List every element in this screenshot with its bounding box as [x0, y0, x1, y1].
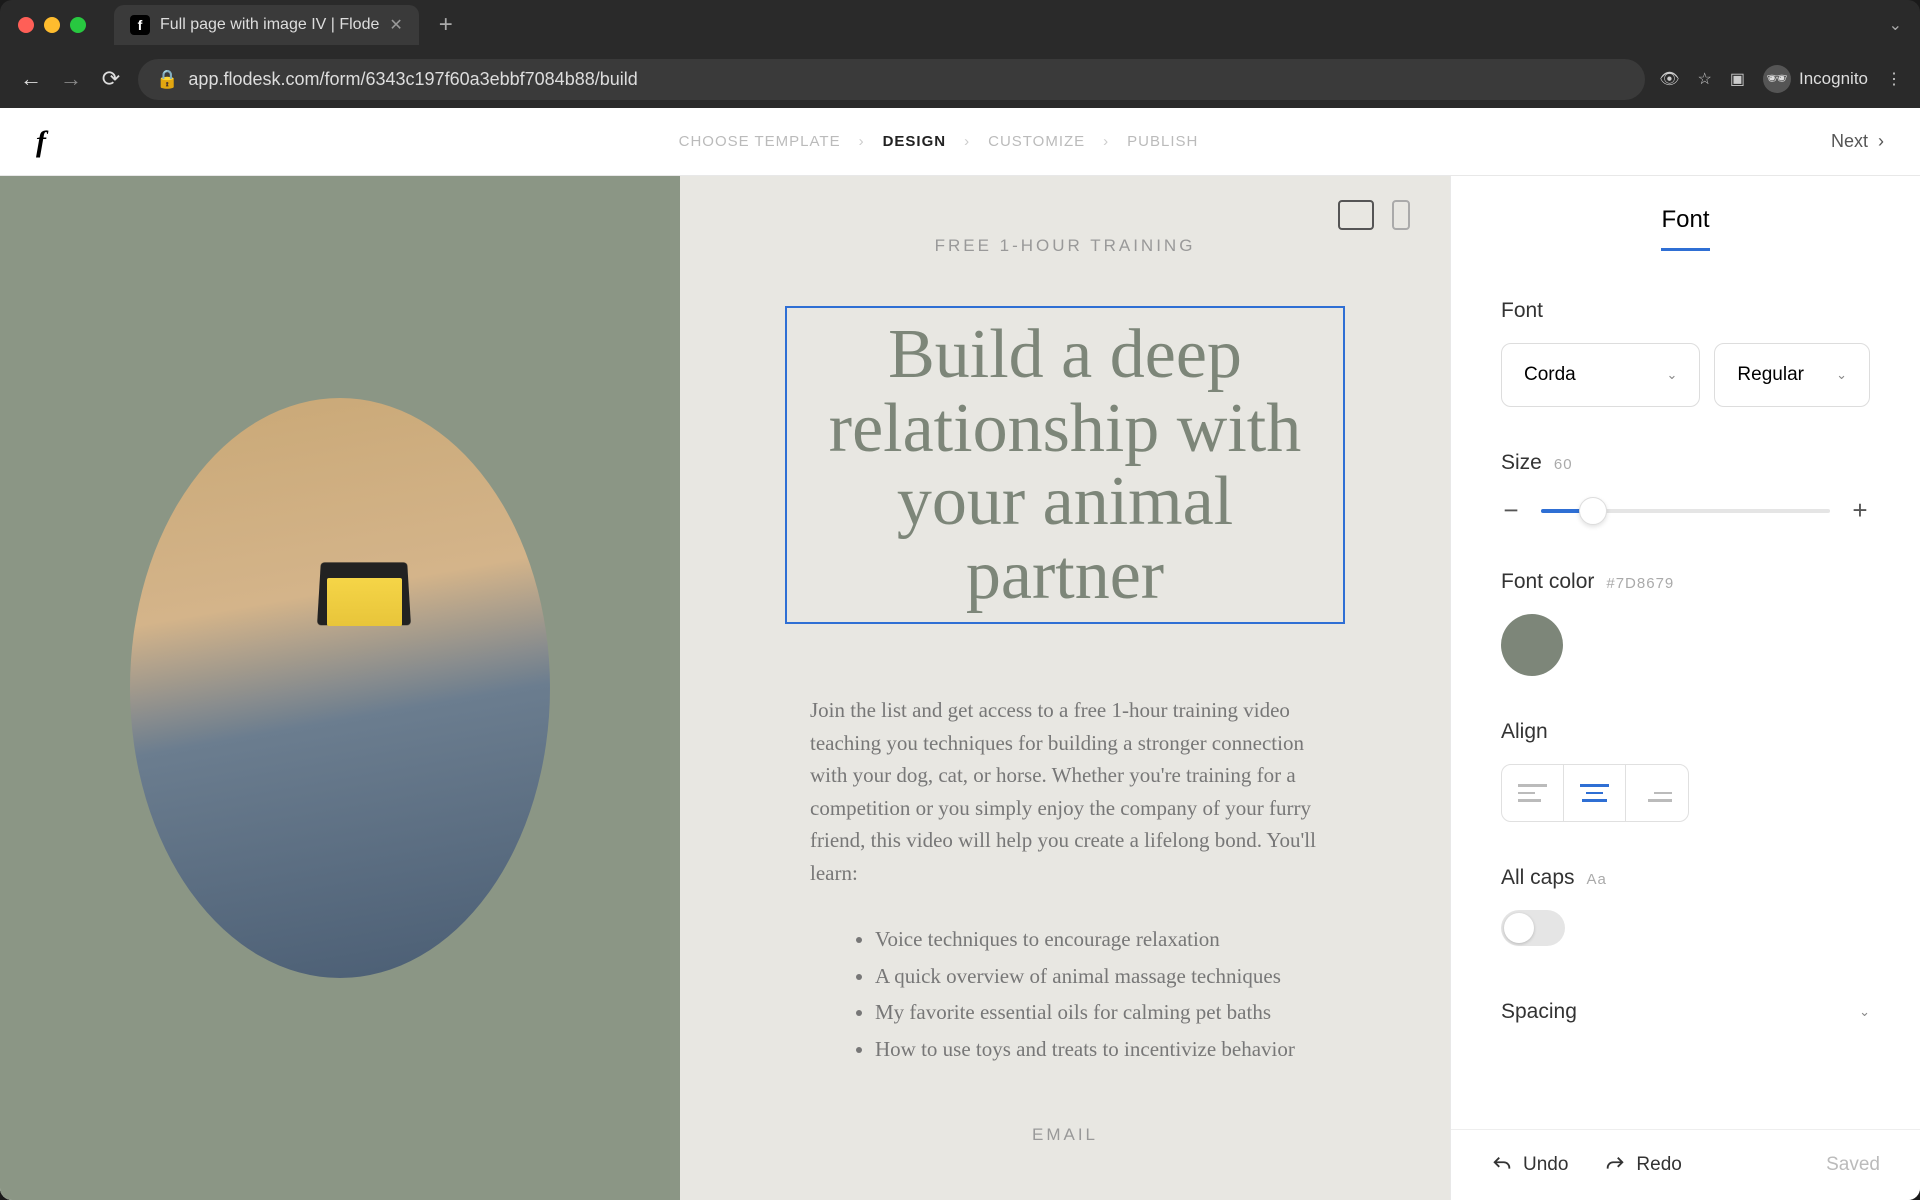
reload-button[interactable]: ⟳: [98, 66, 124, 92]
bookmark-icon[interactable]: ☆: [1698, 69, 1712, 89]
size-label: Size: [1501, 451, 1542, 475]
spacing-accordion[interactable]: Spacing ⌄: [1501, 990, 1870, 1034]
align-left-button[interactable]: [1502, 765, 1564, 821]
undo-button[interactable]: Undo: [1491, 1154, 1568, 1176]
mobile-preview-button[interactable]: [1392, 200, 1410, 230]
font-weight-select[interactable]: Regular ⌄: [1714, 343, 1870, 407]
list-item: My favorite essential oils for calming p…: [875, 996, 1305, 1029]
flodesk-logo[interactable]: f: [36, 125, 46, 159]
email-field-label[interactable]: EMAIL: [750, 1125, 1380, 1145]
window-maximize-icon[interactable]: [70, 17, 86, 33]
align-center-button[interactable]: [1564, 765, 1626, 821]
panel-tab-font[interactable]: Font: [1661, 206, 1709, 251]
chevron-down-icon: ⌄: [1667, 367, 1678, 383]
bullet-list[interactable]: Voice techniques to encourage relaxation…: [825, 923, 1305, 1065]
next-button[interactable]: Next ›: [1831, 131, 1884, 152]
list-item: Voice techniques to encourage relaxation: [875, 923, 1305, 956]
size-value: 60: [1554, 456, 1573, 473]
step-choose-template[interactable]: CHOOSE TEMPLATE: [679, 133, 841, 150]
step-publish[interactable]: PUBLISH: [1127, 133, 1198, 150]
list-item: How to use toys and treats to incentiviz…: [875, 1033, 1305, 1066]
align-label: Align: [1501, 720, 1870, 744]
font-color-label: Font color: [1501, 570, 1594, 594]
window-close-icon[interactable]: [18, 17, 34, 33]
canvas-image-panel[interactable]: [0, 176, 680, 1200]
incognito-badge[interactable]: 🕶 Incognito: [1763, 65, 1868, 93]
url-text: app.flodesk.com/form/6343c197f60a3ebbf70…: [188, 69, 637, 90]
align-right-button[interactable]: [1626, 765, 1688, 821]
forward-button[interactable]: →: [58, 66, 84, 92]
browser-tab[interactable]: f Full page with image IV | Flode ✕: [114, 5, 419, 45]
step-customize[interactable]: CUSTOMIZE: [988, 133, 1085, 150]
hero-image: [130, 398, 550, 978]
redo-button[interactable]: Redo: [1604, 1154, 1681, 1176]
eyebrow-text[interactable]: FREE 1-HOUR TRAINING: [750, 236, 1380, 256]
tabs-dropdown-icon[interactable]: ⌄: [1889, 15, 1902, 35]
breadcrumb: CHOOSE TEMPLATE › DESIGN › CUSTOMIZE › P…: [46, 133, 1831, 150]
saved-status: Saved: [1826, 1154, 1880, 1176]
back-button[interactable]: ←: [18, 66, 44, 92]
undo-icon: [1491, 1154, 1513, 1176]
window-minimize-icon[interactable]: [44, 17, 60, 33]
panel-icon[interactable]: ▣: [1730, 69, 1745, 89]
slider-thumb[interactable]: [1579, 497, 1607, 525]
allcaps-toggle[interactable]: [1501, 910, 1565, 946]
desktop-preview-button[interactable]: [1338, 200, 1374, 230]
list-item: A quick overview of animal massage techn…: [875, 960, 1305, 993]
allcaps-label: All caps: [1501, 866, 1575, 890]
chevron-right-icon: ›: [1103, 133, 1109, 150]
font-family-select[interactable]: Corda ⌄: [1501, 343, 1700, 407]
headline-text-selected[interactable]: Build a deep relationship with your anim…: [785, 306, 1345, 624]
step-design[interactable]: DESIGN: [883, 133, 947, 150]
allcaps-hint: Aa: [1587, 871, 1607, 888]
font-label: Font: [1501, 299, 1870, 323]
body-text[interactable]: Join the list and get access to a free 1…: [810, 694, 1320, 889]
chevron-down-icon: ⌄: [1859, 1004, 1870, 1020]
redo-icon: [1604, 1154, 1626, 1176]
font-color-swatch[interactable]: [1501, 614, 1563, 676]
eye-off-icon[interactable]: 👁: [1659, 69, 1679, 89]
size-slider[interactable]: [1541, 509, 1830, 513]
menu-icon[interactable]: ⋮: [1886, 69, 1902, 89]
close-tab-icon[interactable]: ✕: [389, 15, 402, 35]
tab-title: Full page with image IV | Flode: [160, 16, 379, 34]
favicon-icon: f: [130, 15, 150, 35]
lock-icon: 🔒: [156, 69, 178, 90]
address-bar[interactable]: 🔒 app.flodesk.com/form/6343c197f60a3ebbf…: [138, 59, 1645, 100]
font-color-hex: #7D8679: [1606, 575, 1674, 592]
chevron-right-icon: ›: [964, 133, 970, 150]
size-decrease-button[interactable]: −: [1501, 495, 1521, 526]
size-increase-button[interactable]: +: [1850, 495, 1870, 526]
new-tab-button[interactable]: +: [429, 11, 463, 39]
chevron-down-icon: ⌄: [1836, 367, 1847, 383]
incognito-icon: 🕶: [1763, 65, 1791, 93]
chevron-right-icon: ›: [859, 133, 865, 150]
